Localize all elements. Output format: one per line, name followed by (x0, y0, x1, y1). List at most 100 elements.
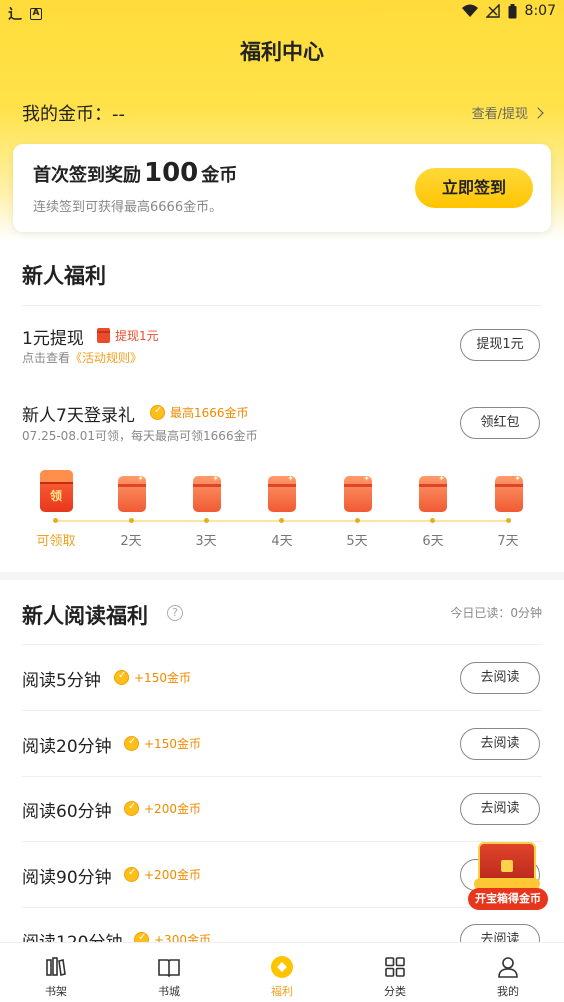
day-label: 3天 (195, 534, 217, 549)
tab-label: 分类 (384, 985, 406, 998)
reward-label: +150金币 (134, 671, 191, 685)
day-label: 2天 (120, 534, 142, 549)
bookshelf-icon (46, 957, 66, 976)
tab-bookshelf[interactable]: 书架 (0, 943, 112, 1002)
app-notification-a-icon: A (30, 8, 42, 20)
status-time: 8:07 (524, 3, 556, 19)
day-envelope-2 (112, 470, 152, 512)
help-icon[interactable]: ? (167, 605, 183, 621)
battery-icon (508, 3, 517, 18)
day-dot (53, 518, 58, 523)
tab-label: 书城 (158, 985, 180, 998)
red-envelope-icon: 领 (39, 470, 73, 512)
day-dot (204, 518, 209, 523)
red-envelope-icon (495, 474, 523, 512)
day-envelope-1[interactable]: 领 (36, 470, 76, 512)
chest-lock-icon (501, 860, 513, 872)
day-label: 5天 (346, 534, 368, 549)
read-task-title: 阅读60分钟 (22, 802, 112, 822)
day-dot (506, 518, 511, 523)
day-dot (430, 518, 435, 523)
day-envelope-3 (187, 470, 227, 512)
read-task-reward: +200金币 (124, 866, 201, 883)
day-label: 6天 (422, 534, 444, 549)
claim-envelope-button[interactable]: 领红包 (460, 407, 540, 439)
view-withdraw-label: 查看/提现 (471, 107, 528, 122)
red-envelope-icon (97, 328, 110, 343)
newbie-section-title: 新人福利 (22, 263, 106, 288)
withdraw-tag-label: 提现1元 (115, 329, 159, 343)
day-dot (129, 518, 134, 523)
reward-label: +150金币 (144, 737, 201, 751)
view-withdraw-link[interactable]: 查看/提现 (471, 103, 544, 122)
go-read-button[interactable]: 去阅读 (460, 662, 540, 694)
day-label: 7天 (497, 534, 519, 549)
welfare-icon (271, 956, 293, 978)
profile-icon (498, 957, 518, 978)
page-title: 福利中心 (240, 40, 324, 64)
tab-label: 我的 (497, 985, 519, 998)
login-gift-tag: 最高1666金币 (150, 404, 249, 421)
treasure-chest-label: 开宝箱得金币 (468, 888, 548, 910)
go-read-button[interactable]: 去阅读 (460, 728, 540, 760)
day-label: 4天 (271, 534, 293, 549)
tab-bookstore[interactable]: 书城 (113, 943, 225, 1002)
app-notification-icon: ⻌ (8, 7, 22, 23)
coin-icon (124, 736, 139, 751)
tab-profile[interactable]: 我的 (452, 943, 564, 1002)
coin-icon (114, 670, 129, 685)
day-envelope-4 (262, 470, 302, 512)
wifi-icon (461, 4, 478, 17)
day-label: 可领取 (36, 534, 76, 549)
coin-icon (124, 867, 139, 882)
checkin-button[interactable]: 立即签到 (415, 168, 533, 208)
red-envelope-icon (419, 474, 447, 512)
divider (22, 710, 542, 711)
login-gift-sub: 07.25-08.01可领，每天最高可领1666金币 (22, 429, 258, 443)
checkin-card: 首次签到奖励 100 金币 连续签到可获得最高6666金币。 立即签到 (13, 144, 551, 232)
withdraw-tag: 提现1元 (97, 327, 159, 344)
reward-label: +200金币 (144, 868, 201, 882)
day-envelope-7 (489, 470, 529, 512)
read-task-title: 阅读90分钟 (22, 868, 112, 888)
day-dot (355, 518, 360, 523)
go-read-button[interactable]: 去阅读 (460, 793, 540, 825)
read-task-reward: +200金币 (124, 800, 201, 817)
grid-icon (385, 957, 405, 977)
withdraw-button[interactable]: 提现1元 (460, 329, 540, 361)
checkin-title-prefix: 首次签到奖励 (33, 165, 141, 186)
activity-rules-link[interactable]: 《活动规则》 (70, 351, 142, 365)
read-task-reward: +150金币 (124, 735, 201, 752)
red-envelope-icon (118, 474, 146, 512)
read-task-title: 阅读5分钟 (22, 671, 101, 691)
treasure-chest-button[interactable]: 开宝箱得金币 (468, 838, 548, 914)
withdraw-sub: 点击查看《活动规则》 (22, 349, 142, 366)
checkin-title-suffix: 金币 (201, 165, 238, 186)
checkin-amount: 100 (144, 158, 199, 188)
tab-label: 书架 (45, 985, 67, 998)
today-read-time: 今日已读：0分钟 (450, 606, 542, 620)
day-envelope-6 (413, 470, 453, 512)
tab-category[interactable]: 分类 (339, 943, 451, 1002)
reward-label: +200金币 (144, 802, 201, 816)
section-separator (0, 572, 564, 580)
red-envelope-icon (268, 474, 296, 512)
read-task-reward: +150金币 (114, 669, 191, 686)
checkin-subtitle: 连续签到可获得最高6666金币。 (33, 200, 223, 215)
divider (22, 907, 542, 908)
divider (22, 305, 542, 306)
login-gift-title: 新人7天登录礼 (22, 406, 135, 426)
login-gift-tag-label: 最高1666金币 (170, 406, 249, 420)
day-dot (279, 518, 284, 523)
my-coins-label: 我的金币：-- (22, 104, 125, 125)
withdraw-title: 1元提现 (22, 329, 84, 349)
status-bar: ⻌ A 8:07 (0, 0, 564, 24)
book-icon (158, 959, 180, 978)
tab-welfare[interactable]: 福利 (226, 943, 338, 1002)
tab-label: 福利 (271, 985, 293, 998)
checkin-title: 首次签到奖励 100 金币 (33, 158, 237, 188)
red-envelope-icon (193, 474, 221, 512)
chevron-right-icon (532, 106, 544, 119)
signal-icon (485, 4, 500, 18)
bottom-tab-bar: 书架 书城 福利 分类 我的 (0, 942, 564, 1002)
